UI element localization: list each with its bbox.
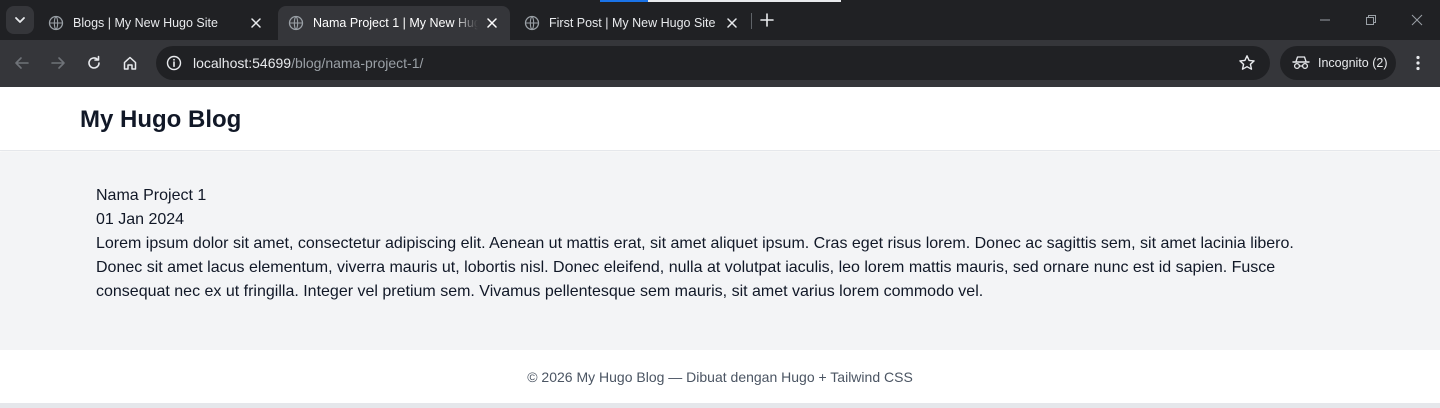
site-footer: © 2026 My Hugo Blog — Dibuat dengan Hugo… — [0, 350, 1440, 403]
kebab-menu-icon — [1416, 55, 1420, 71]
close-icon — [1411, 14, 1423, 26]
tab-search-button[interactable] — [6, 6, 34, 34]
tab-separator — [751, 13, 752, 29]
post-title: Nama Project 1 — [96, 187, 207, 204]
tab-title: Nama Project 1 | My New Hugo Site — [313, 16, 478, 30]
reload-button[interactable] — [82, 51, 106, 75]
minimize-icon — [1320, 19, 1330, 21]
globe-icon — [48, 15, 64, 31]
forward-button[interactable] — [46, 51, 70, 75]
url-host: localhost:54699 — [193, 55, 292, 71]
globe-icon — [288, 15, 304, 31]
site-info-button[interactable] — [164, 53, 184, 73]
url-text[interactable]: localhost:54699/blog/nama-project-1/ — [193, 55, 423, 71]
tab-blogs[interactable]: Blogs | My New Hugo Site — [38, 6, 274, 40]
restore-icon — [1366, 15, 1376, 25]
chevron-down-icon — [15, 17, 25, 23]
back-button[interactable] — [10, 51, 34, 75]
close-icon — [727, 18, 737, 28]
incognito-label: Incognito (2) — [1318, 56, 1388, 70]
minimize-button[interactable] — [1312, 8, 1338, 32]
globe-icon — [524, 15, 540, 31]
tab-title: First Post | My New Hugo Site — [549, 16, 716, 30]
site-logo-link[interactable]: My Hugo Blog — [80, 106, 241, 134]
home-icon — [123, 56, 137, 70]
blog-post: Nama Project 1 01 Jan 2024 Lorem ipsum d… — [96, 184, 1344, 304]
browser-tab-strip: Blogs | My New Hugo Site Nama Project 1 … — [0, 0, 1440, 40]
tab-close-button[interactable] — [724, 15, 740, 31]
footer-text: © 2026 My Hugo Blog — Dibuat dengan Hugo… — [527, 368, 913, 385]
tab-nama-project-1[interactable]: Nama Project 1 | My New Hugo Site — [278, 6, 510, 40]
address-bar[interactable]: localhost:54699/blog/nama-project-1/ — [156, 46, 1270, 80]
loading-indicator — [600, 0, 648, 2]
incognito-icon — [1292, 56, 1310, 70]
main-content: Nama Project 1 01 Jan 2024 Lorem ipsum d… — [0, 152, 1440, 350]
tab-close-button[interactable] — [484, 15, 500, 31]
arrow-left-icon — [15, 57, 29, 69]
plus-icon — [760, 13, 774, 27]
tab-title: Blogs | My New Hugo Site — [73, 16, 218, 30]
tab-first-post[interactable]: First Post | My New Hugo Site — [514, 6, 750, 40]
new-tab-button[interactable] — [757, 10, 777, 30]
post-body: Lorem ipsum dolor sit amet, consectetur … — [96, 235, 1294, 300]
page-bottom-edge — [0, 403, 1440, 408]
tab-close-button[interactable] — [248, 15, 264, 31]
incognito-indicator[interactable]: Incognito (2) — [1280, 46, 1396, 80]
home-button[interactable] — [118, 51, 142, 75]
close-icon — [251, 18, 261, 28]
loading-indicator-track — [648, 0, 841, 2]
restore-button[interactable] — [1358, 8, 1384, 32]
close-icon — [487, 18, 497, 28]
url-path: /blog/nama-project-1/ — [291, 55, 424, 71]
site-header: My Hugo Blog — [0, 87, 1440, 151]
arrow-right-icon — [51, 57, 65, 69]
reload-icon — [88, 55, 100, 69]
star-icon[interactable] — [1238, 54, 1256, 72]
close-window-button[interactable] — [1404, 8, 1430, 32]
browser-menu-button[interactable] — [1406, 51, 1430, 75]
post-date: 01 Jan 2024 — [96, 211, 185, 228]
info-icon — [166, 55, 182, 71]
browser-toolbar: localhost:54699/blog/nama-project-1/ Inc… — [0, 40, 1440, 87]
